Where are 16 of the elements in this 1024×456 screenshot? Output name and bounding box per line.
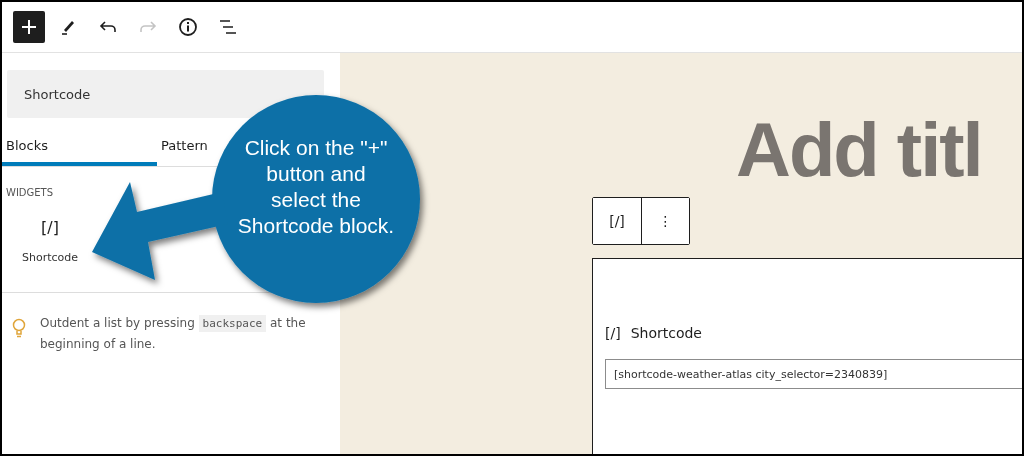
search-field[interactable]: Shortcode bbox=[7, 70, 324, 118]
shortcode-block-item[interactable]: [/] Shortcode bbox=[22, 218, 79, 264]
tab[interactable]: Blocks bbox=[2, 128, 157, 166]
tip-text: Outdent a list by pressing backspace at the beginning of a line. bbox=[40, 314, 307, 353]
shortcode-block[interactable]: [/] Shortcode [shortcode-weather-atlas city_selector=2340839] bbox=[592, 258, 1022, 454]
more-options-button[interactable]: ⋮ bbox=[641, 198, 689, 244]
tab[interactable]: Pattern bbox=[157, 128, 208, 166]
callout-text: Click on the "+" button and select the Shortcode block. bbox=[236, 135, 396, 239]
category-heading: WIDGETS bbox=[6, 187, 55, 198]
shortcode-input[interactable]: [shortcode-weather-atlas city_selector=2340839] bbox=[605, 359, 1022, 389]
title-placeholder[interactable]: Add titl bbox=[592, 105, 1022, 195]
plus-icon bbox=[21, 19, 37, 35]
block-label: Shortcode bbox=[630, 325, 702, 341]
shortcode-icon: [/] bbox=[605, 325, 621, 341]
lightbulb-icon bbox=[12, 318, 26, 338]
add-block-button[interactable] bbox=[13, 11, 45, 43]
